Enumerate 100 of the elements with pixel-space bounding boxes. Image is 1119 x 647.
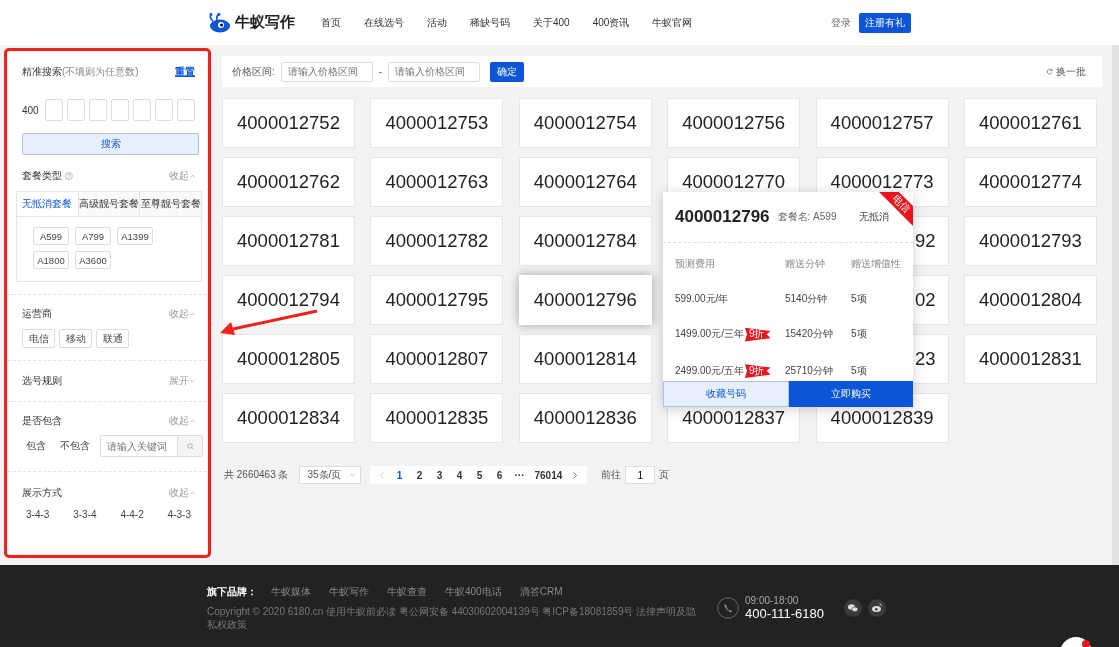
chat-icon[interactable] (1059, 636, 1093, 647)
eye-logo-icon[interactable] (868, 599, 887, 617)
reset-link[interactable]: 重置 (175, 65, 195, 79)
nav-link[interactable]: 关于400 (533, 15, 570, 30)
package-option[interactable]: A1399 (117, 227, 153, 245)
caret-up-icon (190, 312, 195, 316)
number-card[interactable]: 4000012834 (222, 393, 355, 443)
number-card[interactable]: 4000012796 (518, 275, 652, 325)
number-card[interactable]: 4000012793 (963, 216, 1097, 266)
digit-field[interactable] (88, 99, 107, 121)
column-header: 赠送分钟 (785, 257, 826, 272)
digit-field[interactable] (110, 99, 129, 121)
extras-text: 5项 (851, 363, 868, 378)
section-title: 展示方式 (22, 486, 62, 500)
number-card[interactable]: 4000012835 (370, 393, 504, 443)
price-text: 2499.00元/五年 (675, 363, 744, 378)
page-field[interactable]: 1 (625, 466, 656, 484)
buy-button[interactable]: 立即购买 (789, 381, 913, 407)
display-option[interactable]: 3-4-3 (26, 509, 50, 520)
number-card[interactable]: 4000012763 (370, 157, 504, 207)
refresh-button[interactable]: 换一批 (1040, 63, 1092, 80)
package-option[interactable]: A1800 (33, 251, 69, 269)
search-button[interactable]: 搜索 (22, 133, 199, 155)
number-card[interactable]: 4000012761 (963, 98, 1097, 148)
page-button[interactable]: 2 (409, 469, 430, 481)
digit-field[interactable] (176, 99, 195, 121)
keyword-field[interactable]: 请输入关键词 (100, 435, 203, 457)
number-card[interactable]: 4000012753 (370, 98, 504, 148)
number-card[interactable]: 4000012804 (963, 275, 1097, 325)
number-card[interactable]: 4000012762 (222, 157, 355, 207)
package-option[interactable]: A599 (33, 227, 69, 245)
carrier-option[interactable]: 联通 (96, 329, 129, 348)
number-card[interactable]: 4000012764 (518, 157, 652, 207)
contain-option[interactable]: 包含 (22, 439, 50, 453)
minutes-text: 15420分钟 (785, 327, 834, 342)
number-card[interactable]: 4000012774 (963, 157, 1097, 207)
logo-text: 牛蚁写作 (235, 13, 295, 32)
brand-link[interactable]: 滴答CRM (519, 585, 563, 599)
scrollbar[interactable] (1112, 45, 1119, 565)
number-card[interactable]: 4000012794 (222, 275, 355, 325)
caret-up-icon (190, 491, 195, 495)
number-card[interactable]: 4000012757 (815, 98, 949, 148)
package-tab[interactable]: 至尊靓号套餐 (139, 192, 201, 216)
register-button[interactable]: 注册有礼 (859, 12, 911, 33)
package-option[interactable]: A799 (75, 227, 111, 245)
number-card[interactable]: 4000012781 (222, 216, 355, 266)
page-button[interactable]: ··· (509, 469, 530, 481)
login-link[interactable]: 登录 (831, 15, 851, 30)
package-tab[interactable]: 高级靓号套餐 (77, 192, 140, 216)
number-card[interactable]: 4000012814 (518, 334, 652, 384)
number-card[interactable]: 4000012754 (518, 98, 652, 148)
section-title: 精准搜索(不填则为任意数) (22, 65, 139, 79)
page-button[interactable]: 76014 (529, 469, 568, 481)
caret-down-icon (190, 379, 195, 383)
brand-link[interactable]: 牛蚁查查 (387, 585, 427, 599)
carrier-option[interactable]: 电信 (22, 329, 55, 348)
nav-link[interactable]: 400资讯 (592, 15, 630, 30)
nav-link[interactable]: 首页 (321, 15, 341, 30)
page-button[interactable]: 3 (429, 469, 450, 481)
page-button[interactable]: 1 (389, 469, 410, 481)
package-option[interactable]: A3600 (75, 251, 111, 269)
nav-link[interactable]: 稀缺号码 (470, 15, 510, 30)
page-button[interactable]: 6 (489, 469, 510, 481)
section-title: 运营商 (22, 307, 52, 321)
digit-field[interactable] (154, 99, 173, 121)
number-card[interactable]: 4000012795 (370, 275, 504, 325)
chat-bubbles-icon[interactable] (844, 599, 863, 617)
page-button[interactable]: 4 (449, 469, 470, 481)
carrier-option[interactable]: 移动 (59, 329, 92, 348)
search-icon (186, 442, 194, 450)
number-card[interactable]: 4000012807 (370, 334, 504, 384)
brand-link[interactable]: 牛蚁写作 (329, 585, 369, 599)
number-card[interactable]: 4000012836 (518, 393, 652, 443)
brand-link[interactable]: 牛蚁媒体 (271, 585, 311, 599)
total-count: 共 2660463 条 (224, 468, 289, 482)
number-card[interactable]: 4000012752 (222, 98, 355, 148)
contain-option[interactable]: 不包含 (56, 439, 94, 453)
favorite-button[interactable]: 收藏号码 (663, 381, 789, 407)
number-card[interactable]: 4000012782 (370, 216, 504, 266)
nav-link[interactable]: 在线选号 (364, 15, 404, 30)
digit-field[interactable] (132, 99, 151, 121)
digit-field[interactable] (66, 99, 85, 121)
display-option[interactable]: 3-3-4 (73, 509, 97, 520)
number-card[interactable]: 4000012805 (222, 334, 355, 384)
brand-link[interactable]: 牛蚁400电话 (445, 585, 502, 599)
nav-link[interactable]: 活动 (427, 15, 447, 30)
number-card[interactable]: 4000012784 (518, 216, 652, 266)
max-price-field[interactable]: 请输入价格区间 (388, 61, 481, 82)
goto-label: 前往 (601, 468, 622, 482)
nav-link[interactable]: 牛蚁官网 (652, 15, 693, 30)
confirm-button[interactable]: 确定 (490, 61, 525, 82)
min-price-field[interactable]: 请输入价格区间 (280, 61, 373, 82)
discount-tag: 9折 (744, 362, 771, 379)
digit-field[interactable] (44, 99, 63, 121)
page-button[interactable]: 5 (469, 469, 490, 481)
number-card[interactable]: 4000012831 (963, 334, 1097, 384)
display-option[interactable]: 4-4-2 (120, 509, 144, 520)
display-option[interactable]: 4-3-3 (167, 509, 191, 520)
page-size-select[interactable]: 35条/页 (298, 466, 361, 484)
number-card[interactable]: 4000012756 (667, 98, 801, 148)
